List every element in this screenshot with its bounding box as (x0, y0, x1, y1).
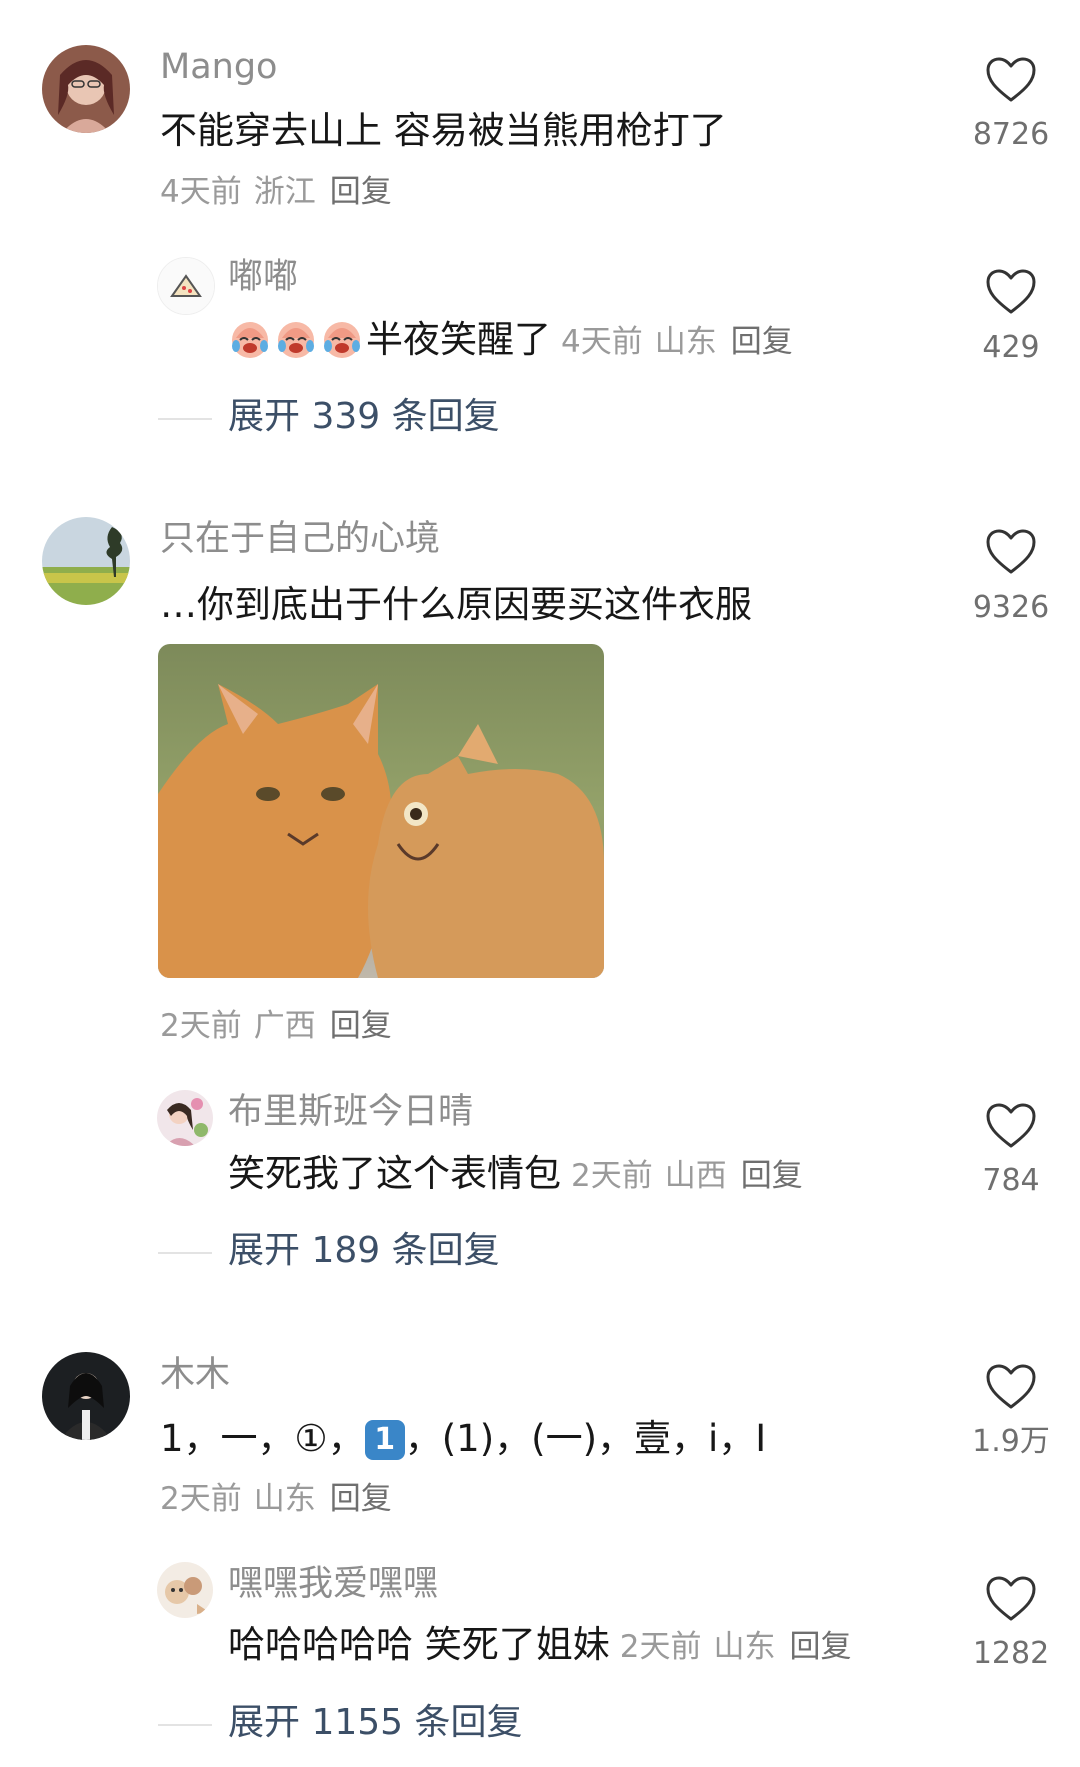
reply-location: 山东 (654, 324, 717, 360)
comment-image[interactable] (158, 644, 604, 978)
heart-outline-icon[interactable] (985, 1575, 1037, 1623)
avatar[interactable] (42, 517, 130, 605)
reply-meta: 4天前 山东 回复 (561, 324, 793, 360)
heart-outline-icon[interactable] (985, 1102, 1037, 1150)
heart-outline-icon[interactable] (985, 528, 1037, 576)
reply-text-content: 半夜笑醒了 (366, 318, 551, 361)
reply-text[interactable]: 哈哈哈哈哈 笑死了姐妹 2天前 山东 回复 (228, 1626, 852, 1663)
comment-text-part: ，(1)，(一)，壹，ⅰ，Ⅰ (404, 1417, 767, 1460)
comment-location: 山东 (253, 1481, 316, 1517)
reply-location: 山东 (713, 1629, 776, 1665)
comment-meta: 2天前 广西 回复 (160, 1011, 392, 1042)
reply-text-content: 笑死我了这个表情包 (228, 1152, 561, 1195)
reply-button[interactable]: 回复 (741, 1158, 803, 1194)
reply-text-content: 哈哈哈哈哈 笑死了姐妹 (228, 1623, 610, 1666)
crying-laughing-face-icon (278, 322, 314, 358)
comment-text[interactable]: 不能穿去山上 容易被当熊用枪打了 (160, 112, 727, 149)
reply-text[interactable]: 半夜笑醒了 4天前 山东 回复 (228, 316, 793, 360)
reply-button[interactable]: 回复 (330, 1008, 392, 1044)
comment-text[interactable]: …你到底出于什么原因要买这件衣服 (160, 586, 752, 623)
reply-username[interactable]: 嘟嘟 (228, 260, 298, 295)
avatar[interactable] (157, 257, 215, 315)
crying-laughing-face-icon (232, 322, 268, 358)
reply-button[interactable]: 回复 (790, 1629, 852, 1665)
keycap-digit-one: 1 (364, 1420, 405, 1460)
avatar[interactable] (42, 45, 130, 133)
reply-button[interactable]: 回复 (330, 1481, 392, 1517)
heart-outline-icon[interactable] (985, 268, 1037, 316)
divider (158, 418, 212, 420)
reply-meta: 2天前 山西 回复 (571, 1158, 803, 1194)
reply-username[interactable]: 布里斯班今日晴 (228, 1095, 473, 1130)
reply-time: 2天前 (571, 1158, 653, 1194)
heart-outline-icon[interactable] (985, 56, 1037, 104)
like-count: 9326 (972, 590, 1050, 625)
heart-outline-icon[interactable] (985, 1363, 1037, 1411)
comment-meta: 2天前 山东 回复 (160, 1484, 392, 1515)
avatar[interactable] (42, 1352, 130, 1440)
like-count: 8726 (972, 117, 1050, 152)
like-count: 784 (982, 1163, 1040, 1198)
avatar[interactable] (157, 1090, 213, 1146)
like-count: 1.9万 (972, 1424, 1050, 1459)
avatar[interactable] (157, 1562, 213, 1618)
reply-text[interactable]: 笑死我了这个表情包 2天前 山西 回复 (228, 1155, 803, 1192)
reply-meta: 2天前 山东 回复 (620, 1629, 852, 1665)
reply-button[interactable]: 回复 (330, 174, 392, 210)
comment-location: 浙江 (253, 174, 316, 210)
reply-button[interactable]: 回复 (731, 324, 793, 360)
expand-replies-button[interactable]: 展开 339 条回复 (228, 399, 500, 435)
comment-time: 2天前 (160, 1008, 242, 1044)
like-count: 1282 (972, 1636, 1050, 1671)
reply-username[interactable]: 嘿嘿我爱嘿嘿 (228, 1567, 438, 1602)
comment-username[interactable]: 只在于自己的心境 (160, 522, 440, 557)
divider (158, 1724, 212, 1726)
comment-username[interactable]: Mango (160, 50, 277, 85)
like-count: 429 (982, 330, 1040, 365)
comment-username[interactable]: 木木 (160, 1358, 230, 1393)
comment-meta: 4天前 浙江 回复 (160, 177, 392, 208)
reply-location: 山西 (664, 1158, 727, 1194)
crying-laughing-face-icon (324, 322, 360, 358)
reply-time: 4天前 (561, 324, 643, 360)
comment-location: 广西 (253, 1008, 316, 1044)
reply-time: 2天前 (619, 1629, 702, 1665)
comment-time: 4天前 (160, 174, 242, 210)
divider (158, 1252, 212, 1254)
comment-text[interactable]: 1，一，①， 1 ，(1)，(一)，壹，ⅰ，Ⅰ (160, 1420, 766, 1460)
comment-text-part: 1，一，①， (160, 1417, 365, 1460)
expand-replies-button[interactable]: 展开 1155 条回复 (228, 1705, 523, 1741)
comment-time: 2天前 (160, 1481, 242, 1517)
expand-replies-button[interactable]: 展开 189 条回复 (228, 1233, 500, 1269)
